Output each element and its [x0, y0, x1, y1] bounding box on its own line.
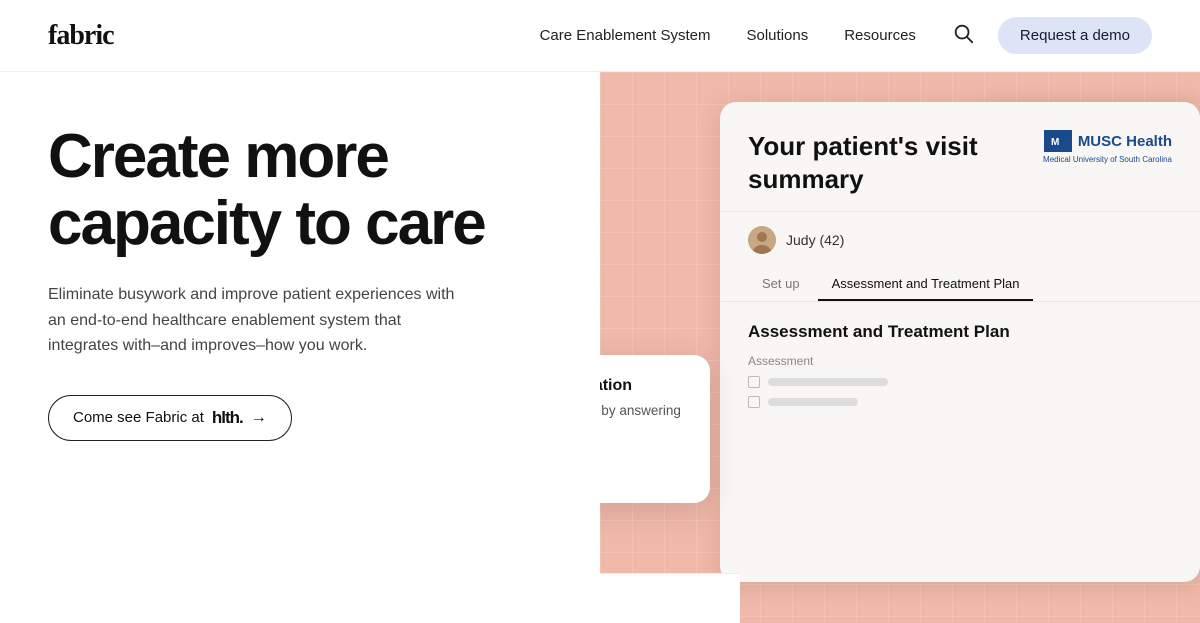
registration-description: Reduce your wait time by answering a few… [600, 401, 686, 442]
checkbox-1[interactable] [748, 376, 760, 388]
intake-strip: ✓ Intake complete [600, 573, 740, 623]
visit-summary-card: Your patient's visit summary M MUSC Heal… [720, 102, 1200, 582]
cta-arrow: → [251, 409, 267, 427]
tab-assessment[interactable]: Assessment and Treatment Plan [818, 268, 1034, 301]
demo-button[interactable]: Request a demo [998, 17, 1152, 54]
hero-title: Create more capacity to care [48, 124, 552, 258]
checkbox-row-2 [748, 396, 1172, 408]
tabs-row: Set up Assessment and Treatment Plan [720, 268, 1200, 302]
checkbox-line-1 [768, 378, 888, 386]
left-column: Create more capacity to care Eliminate b… [0, 72, 600, 623]
patient-row: Judy (42) [720, 212, 1200, 268]
registration-title: Start your registration [600, 377, 686, 395]
registration-card: Start your registration Reduce your wait… [600, 355, 710, 504]
patient-name: Judy (42) [786, 232, 844, 248]
assessment-label: Assessment [748, 354, 1172, 368]
checkbox-2[interactable] [748, 396, 760, 408]
visit-summary-title: Your patient's visit summary [748, 130, 1028, 195]
patient-avatar [748, 226, 776, 254]
navbar: fabric Care Enablement System Solutions … [0, 0, 1200, 72]
cta-button[interactable]: Come see Fabric at hlth. → [48, 395, 292, 441]
visit-summary-header: Your patient's visit summary M MUSC Heal… [720, 102, 1200, 212]
musc-subtitle: Medical University of South Carolina [1043, 155, 1172, 164]
cta-prefix: Come see Fabric at [73, 409, 204, 426]
musc-name: MUSC Health [1078, 133, 1172, 150]
main-content: Create more capacity to care Eliminate b… [0, 72, 1200, 623]
musc-logo: M MUSC Health Medical University of Sout… [1043, 130, 1172, 164]
hero-subtitle: Eliminate busywork and improve patient e… [48, 282, 468, 359]
right-column: Start your registration Reduce your wait… [600, 72, 1200, 623]
musc-icon: M [1044, 130, 1072, 152]
assessment-title: Assessment and Treatment Plan [748, 322, 1172, 342]
logo[interactable]: fabric [48, 20, 114, 52]
nav-links: Care Enablement System Solutions Resourc… [540, 27, 916, 45]
nav-item-resources[interactable]: Resources [844, 27, 916, 45]
assessment-section: Assessment and Treatment Plan Assessment [720, 302, 1200, 436]
nav-item-care-enablement[interactable]: Care Enablement System [540, 27, 711, 45]
nav-item-solutions[interactable]: Solutions [747, 27, 809, 45]
search-icon[interactable] [952, 22, 974, 49]
svg-text:M: M [1051, 137, 1059, 148]
checkbox-line-2 [768, 398, 858, 406]
hlth-brand: hlth. [212, 408, 243, 428]
checkbox-row-1 [748, 376, 1172, 388]
tab-setup[interactable]: Set up [748, 268, 814, 301]
